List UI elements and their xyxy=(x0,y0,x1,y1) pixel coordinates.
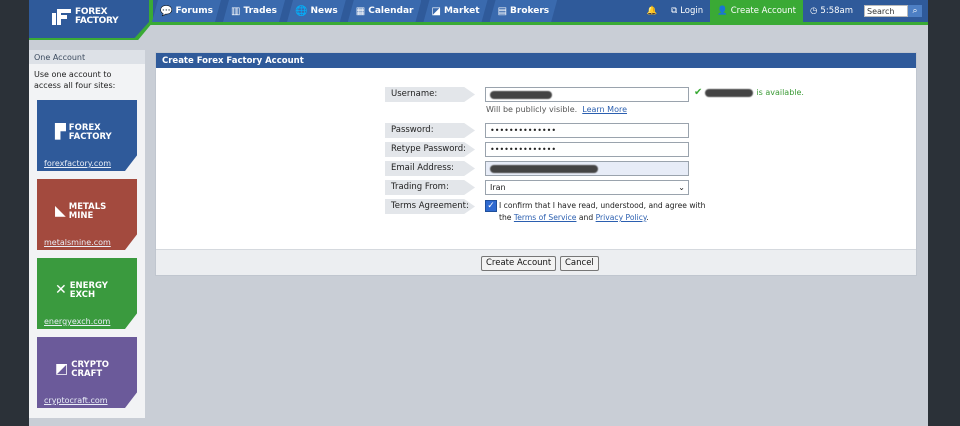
cryptocraft-logo-icon: ◩ xyxy=(55,361,69,378)
availability-text: is available. xyxy=(756,88,804,97)
nav-calendar-label: Calendar xyxy=(368,6,414,16)
site-name-line: FACTORY xyxy=(68,131,112,142)
search-icon: ⌕ xyxy=(912,6,918,16)
logo-text-line-2: FACTORY xyxy=(75,16,119,26)
sidebar-heading: One Account xyxy=(29,50,145,64)
search-bar: Search ⌕ xyxy=(860,5,928,17)
redacted-text xyxy=(705,88,754,97)
username-hint-text: Will be publicly visible. xyxy=(486,105,578,114)
site-link-forexfactory[interactable]: forexfactory.com xyxy=(44,159,111,168)
login-icon: ⧉ xyxy=(671,6,678,16)
cancel-button[interactable]: Cancel xyxy=(560,256,599,271)
check-icon: ✔ xyxy=(694,87,703,98)
site-name-line: EXCH xyxy=(69,289,96,300)
site-card-energyexch[interactable]: ✕ ENERGY EXCH energyexch.com xyxy=(37,258,137,329)
trading-from-value: Iran xyxy=(490,183,506,192)
email-field[interactable] xyxy=(485,161,689,176)
nav-market[interactable]: ◪ Market xyxy=(423,0,487,22)
create-account-label: Create Account xyxy=(730,6,796,16)
trading-from-select[interactable]: Iran ⌄ xyxy=(485,180,689,195)
clock[interactable]: ◷ 5:58am xyxy=(803,0,860,22)
site-card-cryptocraft[interactable]: ◩ CRYPTO CRAFT cryptocraft.com xyxy=(37,337,137,408)
energyexch-logo-icon: ✕ xyxy=(55,282,67,299)
site-name-line: MINE xyxy=(68,210,94,221)
page: FOREX FACTORY 💬 Forums ▥ Trades 🌐 News ▦ Cal… xyxy=(29,0,928,426)
nav-market-label: Market xyxy=(443,6,480,16)
nav-trades[interactable]: ▥ Trades xyxy=(223,0,285,22)
search-input[interactable]: Search xyxy=(864,5,908,17)
panel-title: Create Forex Factory Account xyxy=(156,53,916,68)
nav-trades-label: Trades xyxy=(243,6,278,16)
login-label: Login xyxy=(680,6,704,16)
site-card-metalsmine[interactable]: ◣ METALS MINE metalsmine.com xyxy=(37,179,137,250)
create-account-link[interactable]: 👤 Create Account xyxy=(710,0,803,22)
site-logo[interactable]: FOREX FACTORY xyxy=(29,0,149,38)
market-icon: ◪ xyxy=(431,5,441,17)
site-link-cryptocraft[interactable]: cryptocraft.com xyxy=(44,396,108,405)
username-field[interactable] xyxy=(485,87,689,102)
nav-forums-label: Forums xyxy=(175,6,213,16)
trades-icon: ▥ xyxy=(231,5,241,17)
main-nav: 💬 Forums ▥ Trades 🌐 News ▦ Calendar ◪ Market … xyxy=(152,0,559,22)
terms-and-text: and xyxy=(578,213,594,222)
user-nav: 🔔 ⧉ Login 👤 Create Account ◷ 5:58am Search … xyxy=(640,0,928,22)
calendar-icon: ▦ xyxy=(355,5,366,17)
checkmark-icon: ✓ xyxy=(487,201,495,211)
username-availability: ✔ is available. xyxy=(694,87,804,98)
forex-factory-logo-icon xyxy=(52,8,72,26)
terms-label: Terms Agreement: xyxy=(385,199,475,214)
clock-time: 5:58am xyxy=(820,6,853,16)
create-account-panel: Create Forex Factory Account Username: ✔… xyxy=(155,52,917,276)
notifications-button[interactable]: 🔔 xyxy=(640,0,665,22)
username-hint: Will be publicly visible. Learn More xyxy=(486,105,627,114)
sidebar: One Account Use one account to access al… xyxy=(29,50,145,418)
sidebar-description: Use one account to access all four sites… xyxy=(34,70,116,90)
top-nav-accent-line xyxy=(29,22,928,25)
password-field[interactable]: •••••••••••••• xyxy=(485,123,689,138)
username-label: Username: xyxy=(385,87,475,102)
site-link-metalsmine[interactable]: metalsmine.com xyxy=(44,238,111,247)
nav-news[interactable]: 🌐 News xyxy=(287,0,346,22)
nav-news-label: News xyxy=(310,6,338,16)
terms-end-text: . xyxy=(646,213,649,222)
redacted-text xyxy=(490,90,552,99)
retype-password-field[interactable]: •••••••••••••• xyxy=(485,142,689,157)
learn-more-link[interactable]: Learn More xyxy=(582,105,627,114)
form-actions: Create Account Cancel xyxy=(156,249,916,275)
search-button[interactable]: ⌕ xyxy=(908,5,922,17)
nav-forums[interactable]: 💬 Forums xyxy=(152,0,221,22)
site-name-line: CRAFT xyxy=(71,368,103,379)
site-link-energyexch[interactable]: energyexch.com xyxy=(44,317,110,326)
terms-text: I confirm that I have read, understood, … xyxy=(499,200,719,224)
clock-icon: ◷ xyxy=(810,6,818,16)
bell-icon: 🔔 xyxy=(646,6,658,16)
password-label: Password: xyxy=(385,123,475,138)
login-link[interactable]: ⧉ Login xyxy=(664,0,710,22)
nav-calendar[interactable]: ▦ Calendar xyxy=(348,0,422,22)
retype-password-label: Retype Password: xyxy=(385,142,475,157)
nav-brokers[interactable]: ▤ Brokers xyxy=(490,0,558,22)
forums-icon: 💬 xyxy=(160,5,173,17)
forexfactory-logo-icon: ▛ xyxy=(55,124,66,141)
brokers-icon: ▤ xyxy=(497,5,508,17)
create-account-form: Username: ✔ is available. Will be public… xyxy=(156,68,916,249)
nav-brokers-label: Brokers xyxy=(510,6,550,16)
privacy-policy-link[interactable]: Privacy Policy xyxy=(596,213,647,222)
news-icon: 🌐 xyxy=(295,5,308,17)
add-user-icon: 👤 xyxy=(717,6,728,16)
terms-checkbox[interactable]: ✓ xyxy=(485,200,497,212)
site-card-forexfactory[interactable]: ▛ FOREX FACTORY forexfactory.com xyxy=(37,100,137,171)
terms-of-service-link[interactable]: Terms of Service xyxy=(514,213,577,222)
redacted-text xyxy=(490,164,598,173)
email-label: Email Address: xyxy=(385,161,475,176)
trading-from-label: Trading From: xyxy=(385,180,475,195)
create-account-button[interactable]: Create Account xyxy=(481,256,557,271)
chevron-down-icon: ⌄ xyxy=(678,183,685,192)
metalsmine-logo-icon: ◣ xyxy=(55,203,66,220)
